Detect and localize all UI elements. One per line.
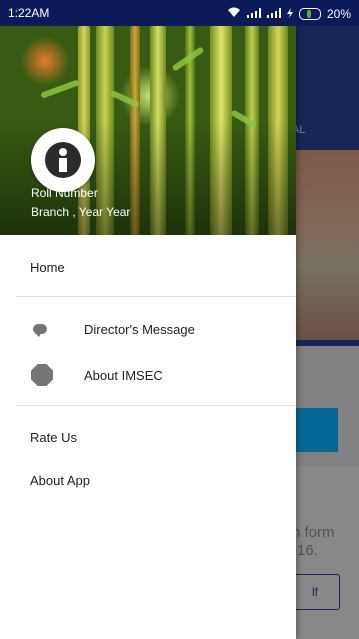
status-bar: 1:22AM 20% [0, 0, 359, 26]
battery-percent: 20% [326, 6, 351, 21]
octagon-icon [31, 364, 53, 386]
menu-item-label: About IMSEC [84, 368, 163, 383]
menu-item-home[interactable]: Home [0, 260, 296, 280]
divider [16, 405, 296, 406]
charging-icon [286, 7, 293, 21]
battery-fill [306, 9, 311, 18]
profile-avatar[interactable] [31, 128, 95, 192]
branch-year: Branch , Year Year [31, 205, 131, 219]
chat-bubble-icon [33, 324, 47, 337]
menu-item-label: Rate Us [30, 430, 77, 445]
signal-icon [266, 7, 281, 21]
menu-item-label: Director's Message [84, 322, 195, 337]
screen: 1:22AM 20% AL n form -16. lf Roll Number… [0, 0, 359, 639]
navigation-drawer: Roll Number Branch , Year Year Home Dire… [0, 26, 296, 639]
status-time: 1:22AM [8, 6, 50, 20]
wifi-icon [227, 6, 241, 21]
signal-icon [246, 7, 261, 21]
menu-item-about-imsec[interactable]: About IMSEC [0, 364, 296, 388]
roll-number: Roll Number [31, 186, 98, 200]
drawer-header: Roll Number Branch , Year Year [0, 26, 296, 235]
header-shade [0, 26, 296, 235]
menu-item-directors-message[interactable]: Director's Message [0, 322, 296, 342]
menu-item-rate-us[interactable]: Rate Us [0, 430, 296, 450]
divider [16, 296, 296, 297]
menu-item-about-app[interactable]: About App [0, 473, 296, 493]
battery-icon [298, 7, 321, 20]
menu-item-label: Home [30, 260, 65, 275]
info-icon [45, 142, 81, 178]
status-icons: 20% [221, 6, 351, 21]
menu-item-label: About App [30, 473, 90, 488]
